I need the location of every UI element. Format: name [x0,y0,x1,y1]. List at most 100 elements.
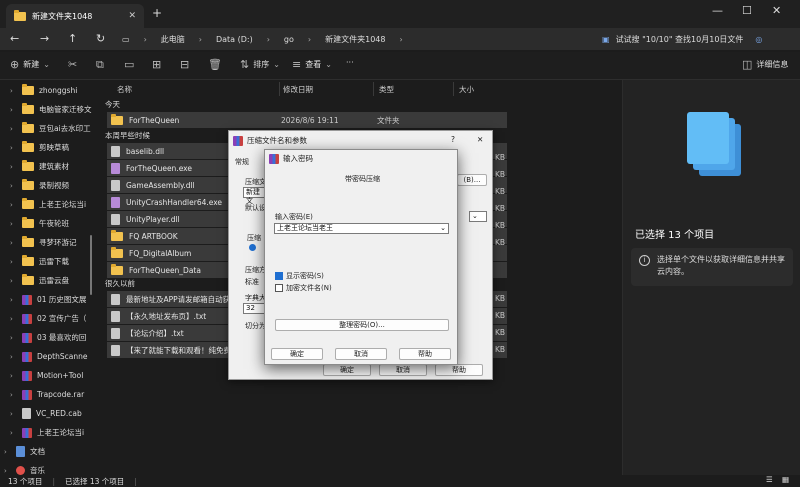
search-box[interactable]: ▣ 试试搜 "10/10" 查找10月10日文件 ◎ [602,31,792,47]
sidebar-item[interactable]: › 迅雷下载 [0,252,92,271]
sidebar-item[interactable]: › 03 最喜欢的回 [0,328,92,347]
tab-general[interactable]: 常规 [235,157,249,167]
chevron-right-icon[interactable]: › [10,277,17,285]
more-button[interactable]: ··· [346,58,354,67]
breadcrumb[interactable]: ▭ › 此电脑 › Data (D:) › go › 新建文件夹1048 › [122,31,403,47]
sidebar-item[interactable]: › DepthScanne [0,347,92,366]
group-header[interactable]: 很久以前 [105,278,135,289]
chevron-right-icon[interactable]: › [4,448,11,456]
password-field[interactable]: 上老王论坛当老王 ⌄ [274,223,449,234]
chevron-right-icon[interactable]: › [10,144,17,152]
chevron-right-icon[interactable]: › [10,125,17,133]
cancel-button[interactable]: 取消 [379,364,427,376]
close-window-icon[interactable]: ✕ [772,4,781,17]
chevron-right-icon[interactable]: › [10,296,17,304]
delete-icon[interactable]: 🗑 [208,58,222,71]
minimize-icon[interactable]: — [712,4,723,17]
sidebar-item[interactable]: › 上老王论坛当i [0,423,92,442]
sidebar-item[interactable]: › 寻梦环游记 [0,233,92,252]
chevron-right-icon[interactable]: › [10,201,17,209]
cancel-button[interactable]: 取消 [335,348,387,360]
group-header[interactable]: 本周早些时候 [105,130,150,141]
up-icon[interactable]: ↑ [68,32,77,45]
sidebar-item[interactable]: › 上老王论坛当i [0,195,92,214]
column-header-name[interactable]: 名称 [117,84,132,95]
sidebar-item[interactable]: › 电脑管家迁移文 [0,100,92,119]
help-button[interactable]: 帮助 [399,348,451,360]
help-button[interactable]: 帮助 [435,364,483,376]
copilot-icon[interactable]: ◎ [755,35,762,44]
sidebar-item[interactable]: › 01 历史图文展 [0,290,92,309]
paste-icon[interactable]: ⊟ [180,58,189,71]
chevron-right-icon[interactable]: › [10,239,17,247]
chevron-right-icon[interactable]: › [10,410,17,418]
chevron-right-icon[interactable]: › [10,353,17,361]
chevron-right-icon[interactable]: › [10,391,17,399]
chevron-down-icon[interactable]: ⌄ [440,224,446,233]
new-button[interactable]: ⊕ 新建 ⌄ [10,58,50,71]
chevron-right-icon[interactable]: › [10,220,17,228]
rename-icon[interactable]: ▭ [124,58,134,71]
sidebar-item[interactable]: › VC_RED.cab [0,404,92,423]
column-header-date[interactable]: 修改日期 [283,84,313,95]
chevron-right-icon[interactable]: › [4,467,11,475]
encrypt-names-checkbox[interactable]: 加密文件名(N) [275,283,332,293]
sidebar-item[interactable]: › 迅雷云盘 [0,271,92,290]
sidebar-scrollbar[interactable] [90,235,92,295]
sidebar-item[interactable]: › 文档 [0,442,92,461]
sidebar-item[interactable]: › 录制视频 [0,176,92,195]
column-header-type[interactable]: 类型 [379,84,394,95]
close-dialog-icon[interactable]: ✕ [477,135,483,144]
refresh-icon[interactable]: ↻ [96,32,105,45]
chevron-right-icon[interactable]: › [10,106,17,114]
sidebar-item[interactable]: › zhonggshi [0,81,92,100]
help-icon[interactable]: ? [451,135,455,144]
file-row[interactable]: ForTheQueen 2026/8/6 19:11 文件夹 [107,112,507,128]
view-button[interactable]: ≡ 查看 ⌄ [292,58,332,71]
chevron-right-icon[interactable]: › [10,315,17,323]
tiles-view-icon[interactable]: ▦ [782,475,789,484]
new-tab-button[interactable]: + [152,6,162,20]
details-pane-button[interactable]: ◫ 详细信息 [742,58,788,71]
chevron-right-icon[interactable]: › [10,429,17,437]
details-view-icon[interactable]: ☰ [766,475,773,484]
forward-icon[interactable]: → [40,32,49,45]
chevron-right-icon[interactable]: › [10,163,17,171]
method-value[interactable]: 标准 [245,277,259,287]
sidebar-item[interactable]: › 豆包ai去水印工 [0,119,92,138]
sidebar-item[interactable]: › 剪映草稿 [0,138,92,157]
sidebar-item[interactable]: › 建筑素材 [0,157,92,176]
format-radio[interactable] [249,243,256,251]
share-icon[interactable]: ⊞ [152,58,161,71]
tab-current-folder[interactable]: 新建文件夹1048 ✕ [6,4,144,28]
organize-passwords-button[interactable]: 整理密码(O)... [275,319,449,331]
column-header-size[interactable]: 大小 [459,84,474,95]
chevron-right-icon[interactable]: › [10,334,17,342]
sidebar-item[interactable]: › 02 宣传广告（ [0,309,92,328]
chevron-right-icon[interactable]: › [10,258,17,266]
back-icon[interactable]: ← [10,32,19,45]
sidebar-item[interactable]: › 音乐 [0,461,92,475]
sidebar-item[interactable]: › Motion+Tool [0,366,92,385]
breadcrumb-item[interactable]: 此电脑 [161,34,185,45]
close-tab-icon[interactable]: ✕ [128,11,136,21]
ok-button[interactable]: 确定 [323,364,371,376]
sidebar-item[interactable]: › 午夜轮班 [0,214,92,233]
sidebar-item[interactable]: › Trapcode.rar [0,385,92,404]
copy-icon[interactable]: ⧉ [96,58,104,72]
breadcrumb-item[interactable]: 新建文件夹1048 [325,34,385,45]
group-header[interactable]: 今天 [105,99,120,110]
chevron-right-icon[interactable]: › [10,87,17,95]
cut-icon[interactable]: ✂ [68,58,77,71]
breadcrumb-item[interactable]: Data (D:) [216,35,253,44]
update-mode-select[interactable]: ⌄ [469,211,487,222]
sort-button[interactable]: ⇅ 排序 ⌄ [240,58,280,71]
show-password-checkbox[interactable]: 显示密码(S) [275,271,324,281]
chevron-right-icon[interactable]: › [10,372,17,380]
browse-button[interactable]: (B)... [457,174,487,186]
breadcrumb-item[interactable]: go [284,35,294,44]
ok-button[interactable]: 确定 [271,348,323,360]
dictionary-select[interactable]: 32 [243,303,265,314]
chevron-right-icon[interactable]: › [10,182,17,190]
maximize-icon[interactable]: ☐ [742,4,752,17]
